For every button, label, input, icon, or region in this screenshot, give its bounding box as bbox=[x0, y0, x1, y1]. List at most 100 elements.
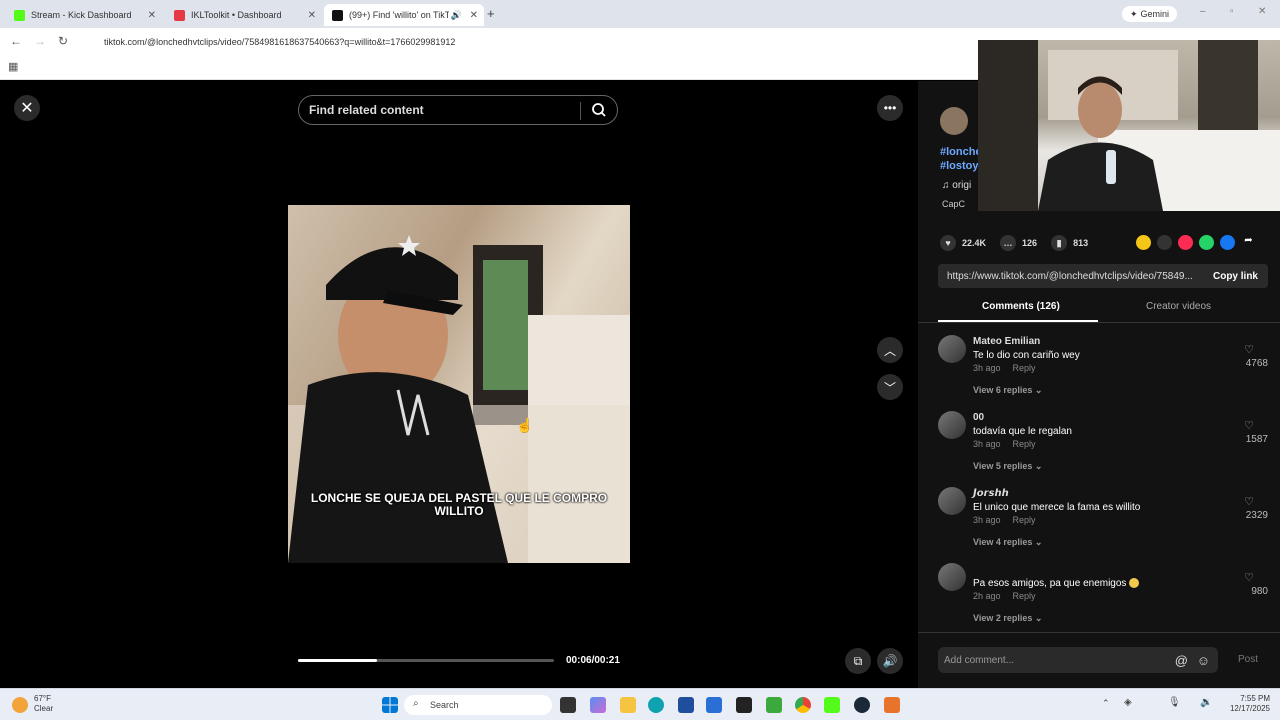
creator-avatar[interactable] bbox=[940, 107, 968, 135]
close-video-button[interactable]: ✕ bbox=[14, 95, 40, 121]
comment-like-icon[interactable]: ♡ bbox=[1244, 419, 1254, 432]
view-replies-button[interactable]: View 2 replies ⌄ bbox=[973, 613, 1042, 624]
reply-button[interactable]: Reply bbox=[1013, 439, 1036, 449]
comment-author[interactable]: 00 bbox=[973, 412, 984, 423]
hashtag-link[interactable]: #lonche bbox=[940, 145, 982, 159]
whatsapp-icon[interactable] bbox=[1199, 235, 1214, 250]
task-view-icon[interactable] bbox=[560, 697, 576, 713]
mention-icon[interactable]: @ bbox=[1175, 653, 1188, 668]
minecraft-icon[interactable] bbox=[766, 697, 782, 713]
comment-meta: 3h ago Reply bbox=[973, 515, 1036, 525]
find-related-search[interactable]: Find related content bbox=[298, 95, 618, 125]
coin-share-icon[interactable] bbox=[1136, 235, 1151, 250]
windows-start-icon[interactable] bbox=[382, 697, 398, 713]
avatar[interactable] bbox=[938, 411, 966, 439]
network-icon[interactable]: ◈ bbox=[1124, 697, 1132, 708]
close-tab-icon[interactable]: ✕ bbox=[148, 10, 156, 21]
copilot-icon[interactable] bbox=[590, 697, 606, 713]
post-button[interactable]: Post bbox=[1238, 654, 1258, 665]
app-icon[interactable] bbox=[884, 697, 900, 713]
view-replies-button[interactable]: View 5 replies ⌄ bbox=[973, 461, 1042, 472]
sound-info[interactable]: ♫ origi bbox=[942, 180, 971, 191]
comment-author[interactable]: Mateo Emilian bbox=[973, 336, 1040, 347]
previous-video-button[interactable]: ︿ bbox=[877, 337, 903, 363]
add-comment-input[interactable]: Add comment... @ ☺ bbox=[938, 647, 1218, 673]
share-arrow-icon[interactable]: ➦ bbox=[1241, 235, 1256, 250]
comment-like-icon[interactable]: ♡ bbox=[1244, 343, 1254, 356]
comment-like-icon[interactable]: ♡ bbox=[1244, 571, 1254, 584]
tab-creator-videos[interactable]: Creator videos bbox=[1146, 301, 1211, 312]
tab-tiktok[interactable]: (99+) Find 'willito' on TikTok 🔊 ✕ bbox=[324, 4, 484, 26]
store-icon[interactable] bbox=[678, 697, 694, 713]
back-icon[interactable]: ← bbox=[10, 34, 22, 48]
file-explorer-icon[interactable] bbox=[620, 697, 636, 713]
edge-icon[interactable] bbox=[648, 697, 664, 713]
tab-kick-dashboard[interactable]: Stream - Kick Dashboard ✕ bbox=[6, 4, 162, 26]
view-replies-button[interactable]: View 4 replies ⌄ bbox=[973, 537, 1042, 548]
weather-icon[interactable] bbox=[12, 697, 28, 713]
gemini-icon: ✦ bbox=[1130, 8, 1138, 19]
copy-link-button[interactable]: Copy link bbox=[1213, 271, 1258, 282]
comment-like-icon[interactable]: ♡ bbox=[1244, 495, 1254, 508]
comment-icon[interactable]: … bbox=[1000, 235, 1017, 251]
avatar[interactable] bbox=[938, 563, 966, 591]
system-clock[interactable]: 7:55 PM 12/17/2025 bbox=[1224, 694, 1270, 714]
comments-count: 126 bbox=[1022, 238, 1038, 248]
outlook-icon[interactable] bbox=[706, 697, 722, 713]
new-tab-icon[interactable]: + bbox=[487, 6, 495, 21]
ikl-favicon-icon bbox=[174, 9, 185, 21]
capcut-info[interactable]: CapC bbox=[942, 199, 965, 209]
tiktok-favicon-icon bbox=[332, 9, 343, 21]
taskbar-search[interactable]: ⌕ Search bbox=[404, 695, 552, 715]
close-tab-icon[interactable]: ✕ bbox=[470, 10, 478, 21]
hashtag-link[interactable]: #lostoy bbox=[940, 159, 982, 173]
maximize-icon[interactable]: ▫ bbox=[1230, 6, 1234, 17]
microphone-icon[interactable]: 🎙 bbox=[1168, 697, 1181, 708]
chrome-icon[interactable] bbox=[795, 697, 811, 713]
next-video-button[interactable]: ﹀ bbox=[877, 374, 903, 400]
close-icon: ✕ bbox=[20, 100, 34, 117]
close-tab-icon[interactable]: ✕ bbox=[308, 10, 316, 21]
steam-icon[interactable] bbox=[854, 697, 870, 713]
pip-button[interactable]: ⧉ bbox=[845, 648, 871, 674]
tab-comments[interactable]: Comments (126) bbox=[982, 301, 1060, 312]
comment-author[interactable]: 𝙅𝙤𝙧𝙨𝙝𝙝 bbox=[973, 488, 1009, 499]
progress-fill bbox=[298, 659, 378, 662]
like-icon[interactable]: ♥ bbox=[940, 235, 956, 251]
more-options-button[interactable]: ••• bbox=[877, 95, 903, 121]
facebook-icon[interactable] bbox=[1220, 235, 1235, 250]
emoji-picker-icon[interactable]: ☺ bbox=[1197, 653, 1210, 668]
reply-button[interactable]: Reply bbox=[1013, 515, 1036, 525]
reply-button[interactable]: Reply bbox=[1013, 591, 1036, 601]
embed-icon[interactable] bbox=[1157, 235, 1172, 250]
reply-button[interactable]: Reply bbox=[1013, 363, 1036, 373]
url-field[interactable]: tiktok.com/@lonchedhvtclips/video/758498… bbox=[86, 33, 946, 51]
bookmark-icon[interactable]: ▮ bbox=[1051, 235, 1068, 251]
window-close-icon[interactable]: ✕ bbox=[1258, 6, 1266, 17]
comment-likes: 1587 bbox=[1245, 434, 1268, 445]
kick-icon[interactable] bbox=[824, 697, 840, 713]
view-replies-button[interactable]: View 6 replies ⌄ bbox=[973, 385, 1042, 396]
tab-label: Stream - Kick Dashboard bbox=[31, 10, 132, 20]
search-icon[interactable] bbox=[591, 102, 607, 118]
volume-icon[interactable]: 🔉 bbox=[1200, 697, 1212, 708]
apps-grid-icon[interactable]: ▦ bbox=[8, 60, 18, 73]
video-caption: LONCHE SE QUEJA DEL PASTEL QUE LE COMPRO… bbox=[310, 491, 608, 518]
tab-ikltoolkit[interactable]: IKLToolkit • Dashboard ✕ bbox=[166, 4, 322, 26]
reload-icon[interactable]: ↻ bbox=[58, 34, 68, 48]
video-time: 00:06/00:21 bbox=[566, 655, 620, 666]
avatar[interactable] bbox=[938, 487, 966, 515]
weather-desc: Clear bbox=[34, 704, 54, 713]
tab-label: IKLToolkit • Dashboard bbox=[191, 10, 282, 20]
gemini-button[interactable]: ✦ Gemini bbox=[1122, 6, 1178, 22]
volume-button[interactable]: 🔊 bbox=[877, 648, 903, 674]
speaker-icon[interactable]: 🔊 bbox=[451, 10, 462, 21]
avatar[interactable] bbox=[938, 335, 966, 363]
tray-overflow-icon[interactable]: ⌃ bbox=[1102, 698, 1110, 709]
app-icon[interactable] bbox=[736, 697, 752, 713]
forward-icon[interactable]: → bbox=[34, 34, 46, 48]
weather-widget[interactable]: 67°F Clear bbox=[34, 694, 53, 714]
video-progress-bar[interactable] bbox=[298, 659, 554, 662]
send-icon[interactable] bbox=[1178, 235, 1193, 250]
minimize-icon[interactable]: – bbox=[1200, 6, 1206, 17]
